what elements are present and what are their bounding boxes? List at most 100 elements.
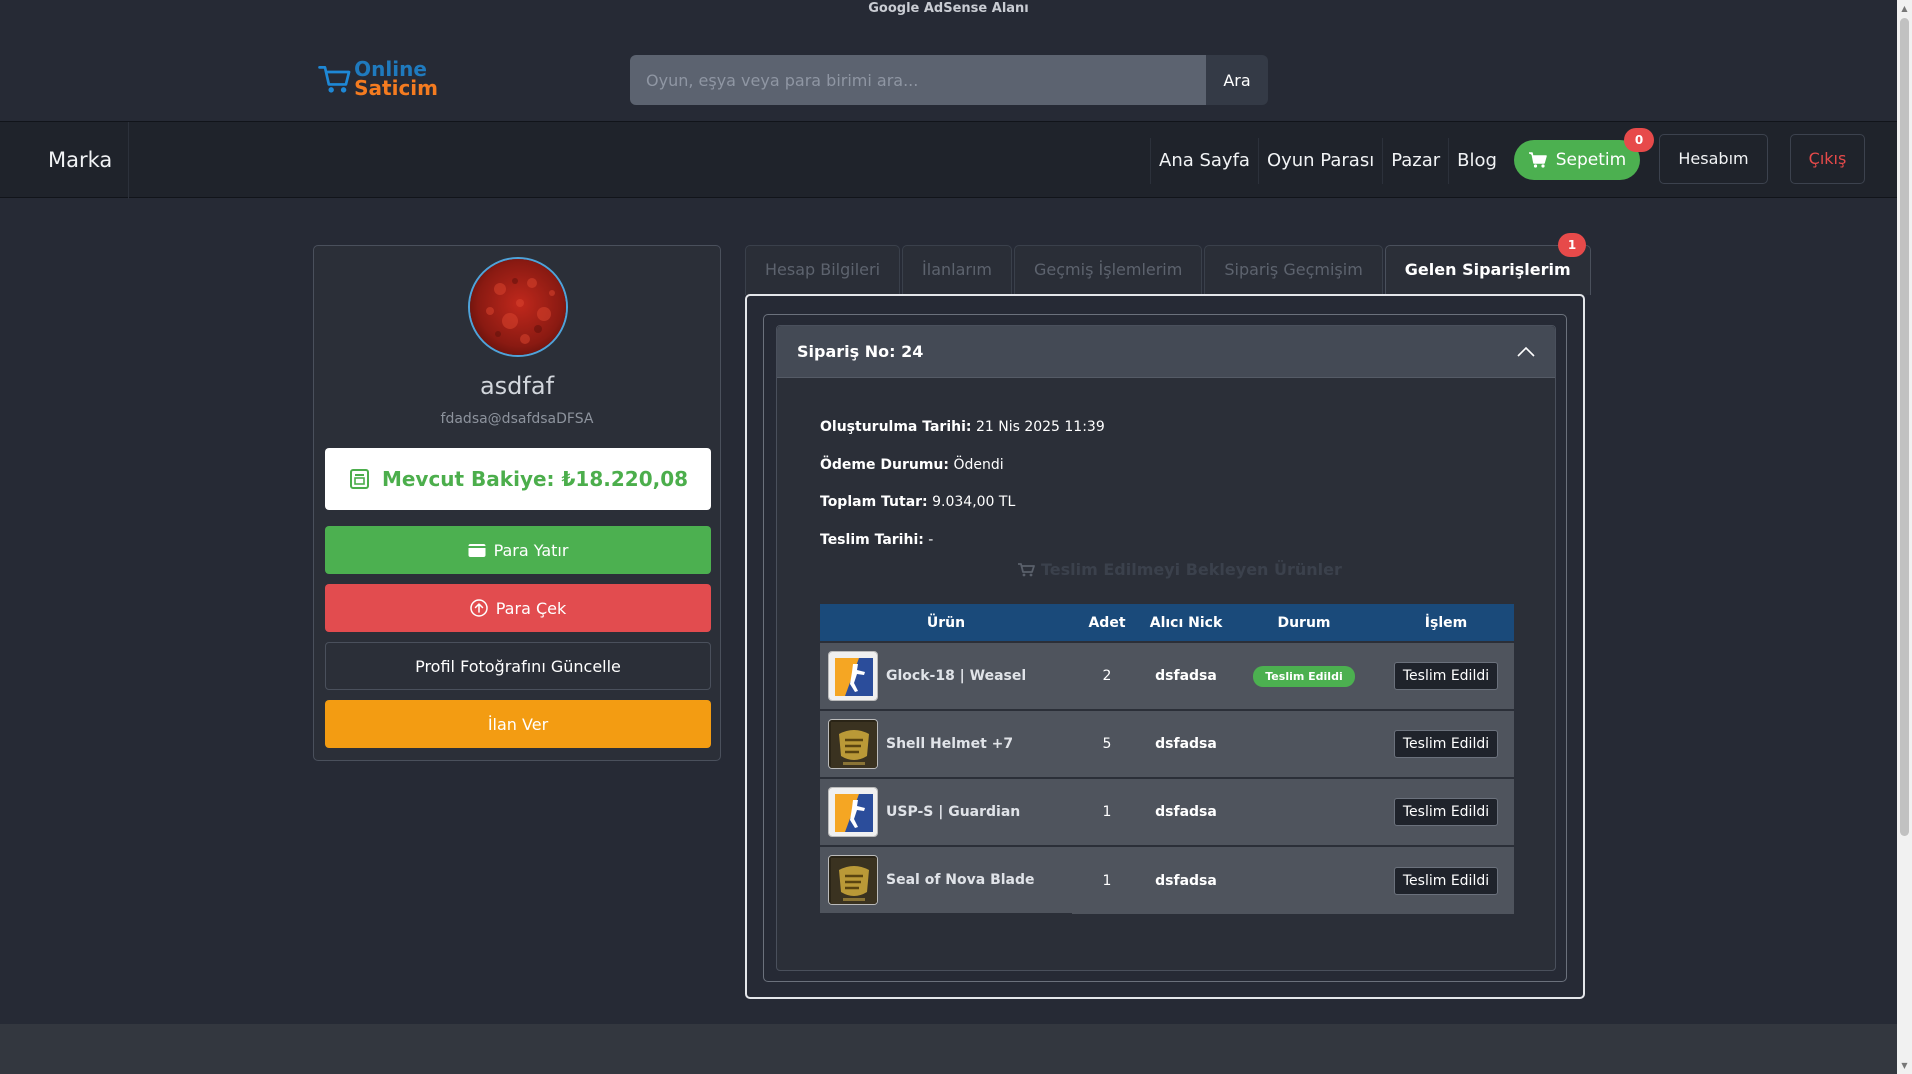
cs-icon <box>828 651 878 701</box>
action-cell: Teslim Edildi <box>1378 642 1514 710</box>
pending-heading: Teslim Edilmeyi Bekleyen Ürünler <box>1017 560 1342 579</box>
search-button[interactable]: Ara <box>1206 55 1268 105</box>
deposit-label: Para Yatır <box>493 540 569 560</box>
search-input[interactable] <box>630 55 1206 105</box>
table-row: Glock-18 | Weasel 2 dsfadsa Teslim Edild… <box>820 642 1514 711</box>
order-header[interactable]: Sipariş No: 24 <box>777 326 1555 378</box>
product-name: Glock-18 | Weasel <box>886 668 1027 684</box>
buyer-nick-cell: dsfadsa <box>1155 736 1217 752</box>
tab-order-history[interactable]: Sipariş Geçmişim <box>1204 245 1383 295</box>
action-cell: Teslim Edildi <box>1378 710 1514 778</box>
withdraw-button[interactable]: Para Çek <box>325 584 711 632</box>
qty-cell: 2 <box>1102 668 1112 684</box>
total-label: Toplam Tutar: <box>820 494 928 510</box>
order-payment: Ödeme Durumu: Ödendi <box>820 457 1004 473</box>
chevron-up-icon[interactable] <box>1517 346 1535 357</box>
table-row: USP-S | Guardian 1 dsfadsa Teslim Edildi <box>820 778 1514 847</box>
delivery-label: Teslim Tarihi: <box>820 532 924 548</box>
table-header-row: Ürün Adet Alıcı Nick Durum İşlem <box>820 604 1514 642</box>
tab-transaction-history[interactable]: Geçmiş İşlemlerim <box>1014 245 1203 295</box>
tab-account-info[interactable]: Hesap Bilgileri <box>745 245 901 295</box>
page-scrollbar[interactable]: ▲ ▼ <box>1897 0 1912 1074</box>
scroll-thumb[interactable] <box>1900 18 1909 836</box>
logout-button[interactable]: Çıkış <box>1790 134 1865 184</box>
profile-username: asdfaf <box>479 372 555 400</box>
product-name: USP-S | Guardian <box>886 804 1021 820</box>
cart-count-badge: 0 <box>1624 128 1654 152</box>
nav-links: Ana Sayfa Oyun Parası Pazar Blog <box>1150 138 1505 184</box>
mark-delivered-button[interactable]: Teslim Edildi <box>1393 662 1499 690</box>
order-container: Sipariş No: 24 Oluşturulma Tarihi: 21 Ni… <box>763 314 1567 982</box>
scroll-up-arrow-icon[interactable]: ▲ <box>1900 4 1909 13</box>
shopping-cart-icon <box>1528 152 1547 168</box>
nav-link-blog[interactable]: Blog <box>1448 138 1505 184</box>
qty-cell: 5 <box>1102 736 1112 752</box>
mark-delivered-button[interactable]: Teslim Edildi <box>1393 798 1499 826</box>
update-photo-button[interactable]: Profil Fotoğrafını Güncelle <box>325 642 711 690</box>
nav-link-game-currency[interactable]: Oyun Parası <box>1257 138 1382 184</box>
action-cell: Teslim Edildi <box>1378 846 1514 914</box>
product-name: Shell Helmet +7 <box>886 736 1014 752</box>
delivery-value: - <box>928 532 934 548</box>
payment-label: Ödeme Durumu: <box>820 457 949 473</box>
mark-delivered-button[interactable]: Teslim Edildi <box>1393 866 1499 895</box>
logo-line-2: Saticim <box>354 76 438 100</box>
buyer-nick-cell: dsfadsa <box>1155 668 1217 684</box>
product-cell: Glock-18 | Weasel <box>820 642 1072 711</box>
table-row: Shell Helmet +7 5 dsfadsa Teslim Edildi <box>820 710 1514 779</box>
order-total: Toplam Tutar: 9.034,00 TL <box>820 494 1015 510</box>
order-title: Sipariş No: 24 <box>797 342 924 361</box>
qty-cell: 1 <box>1102 804 1112 820</box>
search-bar: Ara <box>630 55 1268 105</box>
order-items-table: Ürün Adet Alıcı Nick Durum İşlem Glock-1… <box>820 604 1514 915</box>
account-button[interactable]: Hesabım <box>1659 134 1768 184</box>
cs-icon <box>828 787 878 837</box>
col-qty: Adet <box>1088 614 1126 631</box>
incoming-orders-badge: 1 <box>1558 233 1586 257</box>
scroll-down-arrow-icon[interactable]: ▼ <box>1900 1061 1909 1070</box>
balance-text: Mevcut Bakiye: ₺18.220,08 <box>381 467 689 491</box>
pending-heading-text: Teslim Edilmeyi Bekleyen Ürünler <box>1041 560 1342 579</box>
mark-delivered-button[interactable]: Teslim Edildi <box>1393 730 1499 758</box>
qty-cell: 1 <box>1102 872 1112 889</box>
col-action: İşlem <box>1424 614 1468 631</box>
deposit-button[interactable]: Para Yatır <box>325 526 711 574</box>
buyer-nick-cell: dsfadsa <box>1155 872 1217 889</box>
balance-box: Mevcut Bakiye: ₺18.220,08 <box>325 448 711 510</box>
status-cell <box>1230 710 1378 778</box>
profile-email: fdadsa@dsafdsaDFSA <box>440 411 594 427</box>
account-tabs: Hesap Bilgileri İlanlarım Geçmiş İşlemle… <box>745 245 1591 295</box>
site-logo[interactable]: Online Saticim <box>318 56 438 102</box>
table-row: Seal of Nova Blade 1 dsfadsa Teslim Edil… <box>820 846 1514 915</box>
nav-link-home[interactable]: Ana Sayfa <box>1150 138 1258 184</box>
created-value: 21 Nis 2025 11:39 <box>975 419 1105 435</box>
nav-link-market[interactable]: Pazar <box>1382 138 1448 184</box>
product-name: Seal of Nova Blade <box>886 872 1035 888</box>
adsense-banner: Google AdSense Alanı <box>868 1 1029 16</box>
post-listing-button[interactable]: İlan Ver <box>325 700 711 748</box>
order-card: Sipariş No: 24 Oluşturulma Tarihi: 21 Ni… <box>776 325 1556 971</box>
order-delivery: Teslim Tarihi: - <box>820 532 933 548</box>
col-product: Ürün <box>926 614 966 631</box>
tab-my-listings[interactable]: İlanlarım <box>902 245 1013 295</box>
status-badge: Teslim Edildi <box>1253 665 1355 687</box>
col-status: Durum <box>1277 614 1331 631</box>
avatar <box>468 257 568 357</box>
game-logo-icon <box>828 855 878 905</box>
cart-button[interactable]: Sepetim <box>1514 140 1640 180</box>
logo-line-1: Online <box>354 57 427 81</box>
total-value: 9.034,00 TL <box>932 494 1016 510</box>
withdraw-label: Para Çek <box>495 598 567 618</box>
profile-card: asdfaf fdadsa@dsafdsaDFSA Mevcut Bakiye:… <box>313 245 721 761</box>
status-cell <box>1230 846 1378 914</box>
buyer-nick-cell: dsfadsa <box>1155 804 1217 820</box>
status-cell <box>1230 778 1378 846</box>
footer-strip <box>0 1024 1897 1074</box>
navbar: Marka Ana Sayfa Oyun Parası Pazar Blog S… <box>0 121 1897 199</box>
order-created: Oluşturulma Tarihi: 21 Nis 2025 11:39 <box>820 419 1105 435</box>
navbar-brand[interactable]: Marka <box>48 122 130 199</box>
status-cell: Teslim Edildi <box>1230 642 1378 710</box>
cart-label: Sepetim <box>1555 150 1627 170</box>
col-buyer-nick: Alıcı Nick <box>1149 614 1223 631</box>
wallet-icon <box>349 469 369 489</box>
